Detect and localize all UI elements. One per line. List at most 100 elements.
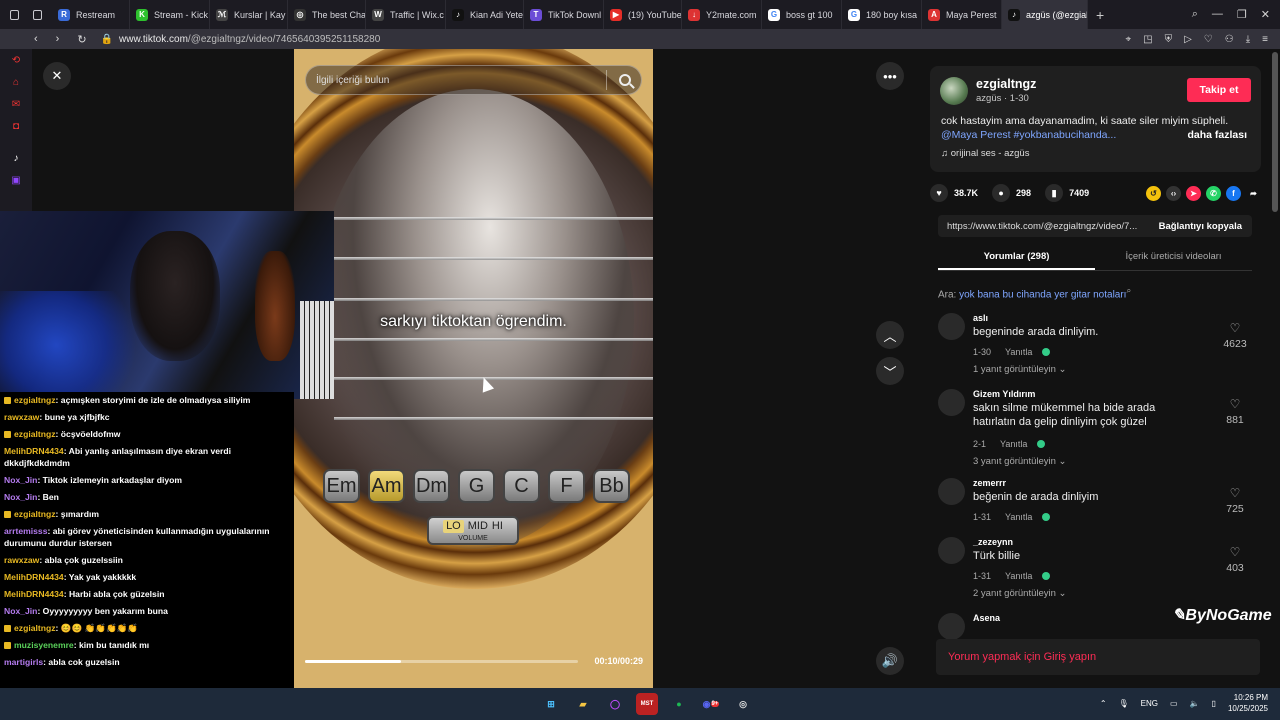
avatar[interactable]: [938, 613, 965, 640]
chat-username[interactable]: Nox_Jin: [4, 606, 37, 616]
tab-4[interactable]: W Traffic | Wix.c: [366, 0, 446, 29]
battery-icon[interactable]: ▯: [1212, 699, 1216, 708]
view-replies-button[interactable]: 2 yanıt görüntüleyin ⌄: [973, 588, 1067, 599]
pin-icon[interactable]: ⌖: [1126, 34, 1132, 45]
menu-icon[interactable]: ≡: [1262, 34, 1268, 45]
forward-icon[interactable]: ›: [56, 33, 60, 46]
discord-icon[interactable]: ◉ 9+: [700, 693, 722, 715]
close-window-icon[interactable]: ✕: [1261, 8, 1270, 21]
chord-button[interactable]: Dm: [413, 469, 450, 503]
previous-video-button[interactable]: ︿: [876, 321, 904, 349]
avatar[interactable]: [938, 389, 965, 416]
search-suggestion[interactable]: Ara: yok bana bu cihanda yer gitar notal…: [938, 285, 1131, 300]
shield-icon[interactable]: ⛨: [1165, 34, 1173, 45]
comment-author[interactable]: _zezeynn: [973, 537, 1013, 547]
chord-button[interactable]: Am: [368, 469, 405, 503]
comment-like-button[interactable]: ♡ 725: [1220, 486, 1250, 515]
mute-button[interactable]: 🔊: [876, 647, 904, 675]
workspaces-icon[interactable]: [33, 9, 42, 20]
send-icon[interactable]: ➤: [1186, 185, 1201, 201]
minimize-icon[interactable]: —: [1212, 8, 1223, 21]
tiktok-sidebar-icon[interactable]: ♪: [10, 153, 22, 165]
reload-icon[interactable]: ↻: [77, 33, 86, 46]
embed-icon[interactable]: ‹›: [1166, 185, 1181, 201]
url-field[interactable]: 🔒 www.tiktok.com/@ezgialtngz/video/74656…: [101, 34, 381, 45]
sound-link[interactable]: ♫ orijinal ses - azgüs: [941, 148, 1029, 159]
next-video-button[interactable]: ﹀: [876, 357, 904, 385]
chat-username[interactable]: rawxzaw: [4, 555, 39, 565]
view-replies-button[interactable]: 3 yanıt görüntüleyin ⌄: [973, 456, 1067, 467]
opera-icon[interactable]: ◯: [604, 693, 626, 715]
avatar[interactable]: [938, 313, 965, 340]
tab-12[interactable]: ♪ azgüs (@ezgialtngz: [1002, 0, 1088, 29]
close-video-button[interactable]: ✕: [43, 62, 71, 90]
tab-1[interactable]: K Stream - Kick: [130, 0, 210, 29]
more-button[interactable]: daha fazlası: [1187, 128, 1247, 142]
comment-author[interactable]: Gizem Yıldırım: [973, 389, 1035, 399]
chat-username[interactable]: ezgialtngz: [14, 623, 56, 633]
bag-icon[interactable]: ⌂: [10, 77, 22, 89]
save-button[interactable]: ▮ 7409: [1045, 184, 1089, 202]
tab-3[interactable]: ◎ The best Cha: [288, 0, 366, 29]
chat-username[interactable]: ezgialtngz: [14, 429, 56, 439]
reply-button[interactable]: Yanıtla: [1000, 439, 1027, 449]
chord-button[interactable]: C: [503, 469, 540, 503]
comment-author[interactable]: aslı: [973, 313, 988, 323]
file-explorer-icon[interactable]: ▰: [572, 693, 594, 715]
snapshot-icon[interactable]: ◳: [1143, 34, 1152, 45]
chord-button[interactable]: G: [458, 469, 495, 503]
scrollbar[interactable]: [1272, 52, 1278, 212]
tab-8[interactable]: ↓ Y2mate.com: [682, 0, 762, 29]
login-to-comment[interactable]: Yorum yapmak için Giriş yapın: [936, 639, 1260, 675]
play-icon[interactable]: ▷: [1184, 34, 1192, 45]
twitch-icon[interactable]: ▣: [10, 175, 22, 187]
follow-button[interactable]: Takip et: [1187, 78, 1251, 102]
volume-option-lo[interactable]: LO: [443, 520, 464, 533]
search-tabs-icon[interactable]: ⌕: [1192, 8, 1198, 21]
chat-username[interactable]: muzisyenemre: [14, 640, 74, 650]
chat-username[interactable]: ezgialtngz: [14, 395, 56, 405]
repost-icon[interactable]: ↺: [1146, 185, 1161, 201]
facebook-icon[interactable]: f: [1226, 185, 1241, 201]
comment-author[interactable]: Asena: [973, 613, 1000, 623]
tab-comments[interactable]: Yorumlar (298): [938, 245, 1095, 270]
search-icon[interactable]: [619, 74, 631, 86]
video-progress-bar[interactable]: [305, 660, 578, 663]
more-options-button[interactable]: •••: [876, 62, 904, 90]
language-indicator[interactable]: ENG: [1141, 699, 1158, 708]
tab-7[interactable]: ▶ (19) YouTube: [604, 0, 682, 29]
profile-icon[interactable]: ⚇: [1225, 34, 1234, 45]
reply-button[interactable]: Yanıtla: [1005, 347, 1032, 357]
tab-creator-videos[interactable]: İçerik üreticisi videoları: [1095, 245, 1252, 270]
whatsapp-icon[interactable]: ✆: [1206, 185, 1221, 201]
comment-like-button[interactable]: ♡ 881: [1220, 397, 1250, 426]
chord-button[interactable]: Em: [323, 469, 360, 503]
like-button[interactable]: ♥ 38.7K: [930, 184, 978, 202]
tab-6[interactable]: T TikTok Downl: [524, 0, 604, 29]
post-username[interactable]: ezgialtngz: [976, 77, 1036, 91]
tab-2[interactable]: ℳ Kurslar | Kay: [210, 0, 288, 29]
network-icon[interactable]: ▭: [1170, 699, 1178, 708]
tab-9[interactable]: Gboss gt 100: [762, 0, 842, 29]
chevron-up-icon[interactable]: ⌃: [1100, 699, 1107, 708]
spotify-icon[interactable]: ●: [668, 693, 690, 715]
chat-username[interactable]: ezgialtngz: [14, 509, 56, 519]
chord-button[interactable]: F: [548, 469, 585, 503]
chat-username[interactable]: MelihDRN4434: [4, 589, 64, 599]
chat-username[interactable]: MelihDRN4434: [4, 572, 64, 582]
copy-link-button[interactable]: Bağlantıyı kopyala: [1159, 221, 1252, 232]
chat-username[interactable]: arrtemisss: [4, 526, 47, 536]
comment-like-button[interactable]: ♡ 4623: [1220, 321, 1250, 350]
avatar[interactable]: [940, 77, 968, 105]
chat-username[interactable]: rawxzaw: [4, 412, 39, 422]
avatar[interactable]: [938, 537, 965, 564]
heart-icon[interactable]: ♡: [1204, 34, 1213, 45]
comment-author[interactable]: zemerrr: [973, 478, 1006, 488]
tab-0[interactable]: R Restream: [52, 0, 130, 29]
chord-button[interactable]: Bb: [593, 469, 630, 503]
back-icon[interactable]: ‹: [34, 33, 38, 46]
related-search-input[interactable]: İlgili içeriği bulun: [305, 65, 642, 95]
comment-button[interactable]: ● 298: [992, 184, 1031, 202]
comment-like-button[interactable]: ♡ 403: [1220, 545, 1250, 574]
microphone-icon[interactable]: 🎙: [1119, 699, 1129, 708]
